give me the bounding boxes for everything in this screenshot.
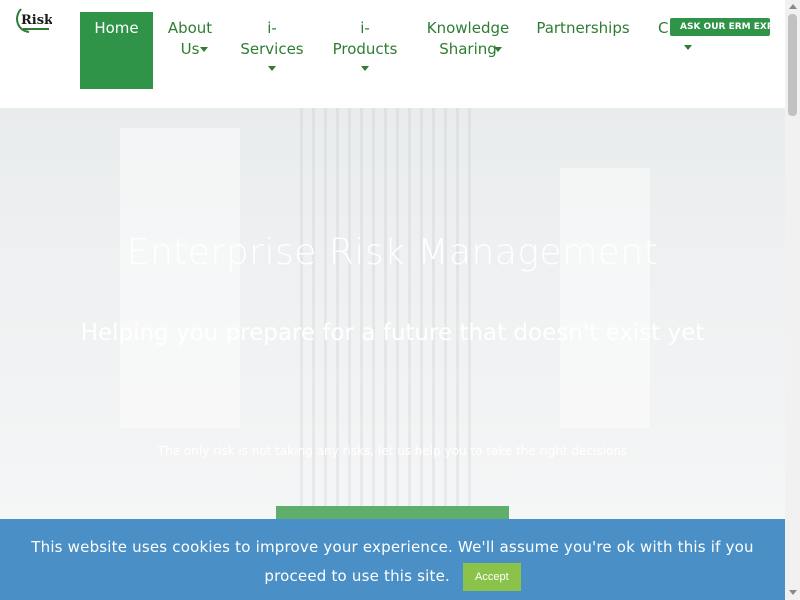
chevron-down-icon — [200, 47, 208, 52]
svg-text:Risk: Risk — [21, 13, 52, 28]
hero-title: Enterprise Risk Management — [126, 232, 659, 273]
nav-i-services-label: i- Services — [240, 19, 304, 58]
nav-about-us-label: About Us — [167, 19, 213, 58]
nav-knowledge-sharing-label: Knowledge Sharing — [426, 19, 510, 58]
hero-background-building — [120, 128, 240, 428]
hero-background-tower — [300, 108, 480, 528]
nav-i-products-label: i- Products — [332, 19, 398, 58]
scrollbar-thumb[interactable] — [788, 14, 797, 116]
accept-cookies-button[interactable]: Accept — [463, 562, 521, 591]
chevron-down-icon — [361, 66, 369, 71]
scroll-down-arrow-icon[interactable] — [789, 590, 797, 595]
vertical-scrollbar[interactable] — [785, 0, 800, 600]
cookie-text: This website uses cookies to improve you… — [31, 538, 754, 585]
page: Risk Home About Us i- Services i- Produc… — [0, 0, 800, 600]
scroll-up-arrow-icon[interactable] — [789, 4, 797, 9]
nav-i-products[interactable]: i- Products — [326, 12, 404, 89]
nav-partnerships-label: Partnerships — [536, 19, 630, 37]
chevron-down-icon — [268, 66, 276, 71]
company-logo[interactable]: Risk — [14, 6, 52, 34]
site-header: Risk Home About Us i- Services i- Produc… — [0, 0, 785, 108]
hero-tagline: The only risk is not taking any risks, l… — [157, 444, 628, 458]
nav-partnerships[interactable]: Partnerships — [530, 12, 636, 89]
nav-about-us[interactable]: About Us — [160, 12, 220, 89]
chevron-down-icon — [494, 47, 502, 52]
ask-erm-expert-button[interactable]: ASK OUR ERM EXPE — [670, 18, 770, 36]
cookie-message: This website uses cookies to improve you… — [10, 533, 775, 591]
chevron-down-icon — [684, 45, 692, 50]
nav-i-services[interactable]: i- Services — [234, 12, 310, 89]
nav-home[interactable]: Home — [80, 12, 153, 89]
hero-background-building — [560, 168, 650, 428]
nav-knowledge-sharing[interactable]: Knowledge Sharing — [418, 12, 518, 89]
cookie-consent-bar: This website uses cookies to improve you… — [0, 519, 785, 600]
nav-home-label: Home — [94, 19, 139, 37]
hero-subtitle: Helping you prepare for a future that do… — [80, 320, 705, 346]
